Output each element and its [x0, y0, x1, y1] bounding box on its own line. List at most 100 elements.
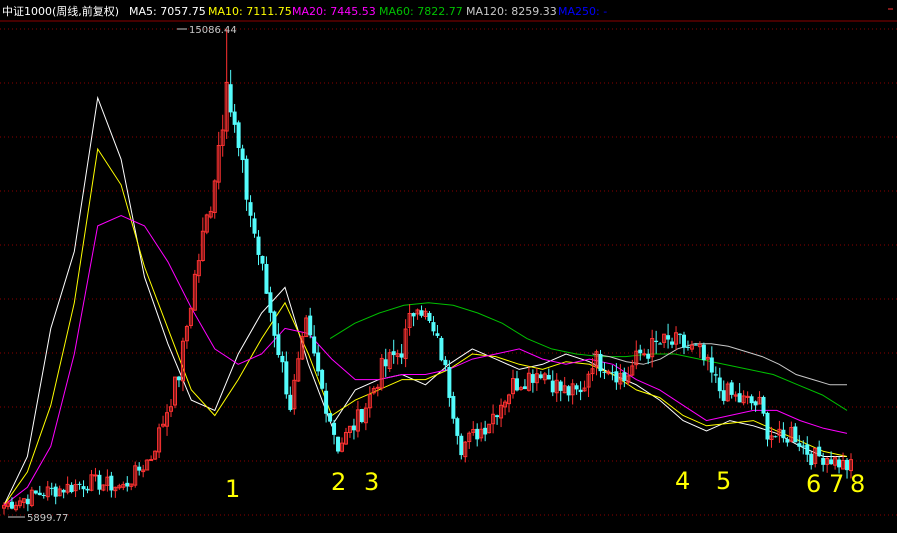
candle-body: [809, 453, 814, 466]
candle-body: [53, 486, 58, 497]
candle-body: [399, 353, 404, 358]
candle-body: [336, 436, 341, 452]
annotation-3: 3: [364, 468, 379, 496]
candle-body: [483, 427, 488, 435]
candle-body: [666, 335, 671, 340]
candle-body: [761, 396, 766, 414]
candle-body: [817, 446, 822, 457]
candle-body: [284, 361, 289, 395]
candle-body: [713, 374, 718, 376]
annotation-1: 1: [225, 475, 240, 503]
candle-body: [332, 422, 337, 435]
candle-body: [749, 396, 754, 404]
candle-body: [514, 378, 519, 391]
candle-body: [685, 346, 690, 348]
candle-body: [654, 340, 659, 342]
candle-body: [829, 459, 834, 465]
candle-body: [797, 443, 802, 447]
annotation-6: 6: [806, 470, 821, 498]
candle-body: [268, 292, 273, 313]
candle-body: [729, 382, 734, 395]
candle-body: [260, 255, 265, 264]
candle-body: [351, 425, 356, 431]
ma20-legend: MA20: 7445.53: [292, 5, 376, 18]
candle-body: [578, 389, 583, 393]
candle-body: [658, 343, 663, 345]
candle-body: [125, 482, 130, 487]
candle-body: [737, 393, 742, 403]
candle-body: [316, 352, 321, 372]
annotation-8: 8: [850, 470, 865, 498]
candle-body: [670, 341, 675, 345]
candle-body: [431, 322, 436, 332]
candle-body: [264, 263, 269, 294]
annotation-7: 7: [829, 470, 844, 498]
candle-body: [359, 409, 364, 423]
candle-body: [435, 333, 440, 336]
candle-body: [546, 374, 551, 380]
ma120-legend: MA120: 8259.33: [466, 5, 557, 18]
candle-body: [391, 351, 396, 356]
candle-body: [324, 390, 329, 414]
candle-body: [558, 381, 563, 391]
candle-body: [550, 380, 555, 393]
candle-body: [33, 490, 38, 494]
candle-body: [821, 458, 826, 465]
candle-body: [717, 377, 722, 392]
candle-body: [642, 353, 647, 356]
candle-body: [276, 334, 281, 356]
candle-body: [375, 386, 380, 389]
candle-body: [574, 385, 579, 390]
candle-body: [598, 353, 603, 372]
candle-body: [320, 369, 325, 389]
candle-body: [781, 429, 786, 439]
candle-body: [765, 412, 770, 440]
candle-body: [228, 84, 233, 113]
candle-body: [646, 353, 651, 359]
candle-body: [622, 372, 627, 381]
candle-body: [614, 371, 619, 383]
candle-body: [495, 415, 500, 418]
candle-body: [566, 386, 571, 396]
candle-body: [522, 386, 527, 390]
candle-body: [176, 376, 181, 381]
candle-body: [419, 310, 424, 316]
candle-body: [109, 475, 114, 491]
index-title: 中证1000(周线,前复权): [2, 4, 119, 18]
candle-body: [455, 418, 460, 436]
candle-body: [280, 355, 285, 363]
candle-body: [272, 311, 277, 336]
candle-body: [459, 435, 464, 456]
candle-body: [475, 428, 480, 440]
candle-body: [25, 498, 30, 505]
candle-body: [85, 488, 90, 491]
candle-body: [638, 349, 643, 354]
candle-body: [312, 336, 317, 354]
candle-body: [252, 218, 257, 234]
annotation-2: 2: [331, 468, 346, 496]
annotation-4: 4: [675, 467, 690, 495]
candle-body: [709, 357, 714, 373]
candle-body: [240, 148, 245, 161]
candle-body: [837, 459, 842, 468]
candle-body: [753, 401, 758, 406]
candle-body: [383, 359, 388, 367]
candle-body: [97, 474, 102, 490]
kline-chart[interactable]: 中证1000(周线,前复权) MA5: 7057.75 MA10: 7111.7…: [0, 0, 897, 529]
ma5-legend: MA5: 7057.75: [129, 5, 206, 18]
min-price-label: 5899.77: [27, 513, 68, 524]
candle-body: [773, 436, 778, 438]
candle-body: [681, 334, 686, 348]
candle-body: [538, 374, 543, 379]
candle-body: [845, 459, 850, 471]
candle-body: [678, 333, 683, 335]
candle-body: [232, 111, 237, 125]
candle-body: [61, 489, 66, 493]
candle-body: [451, 396, 456, 419]
candle-body: [328, 413, 333, 422]
candle-body: [610, 372, 615, 374]
candle-body: [93, 474, 98, 477]
candle-body: [244, 158, 249, 200]
candle-body: [530, 374, 535, 383]
candle-body: [427, 312, 432, 321]
